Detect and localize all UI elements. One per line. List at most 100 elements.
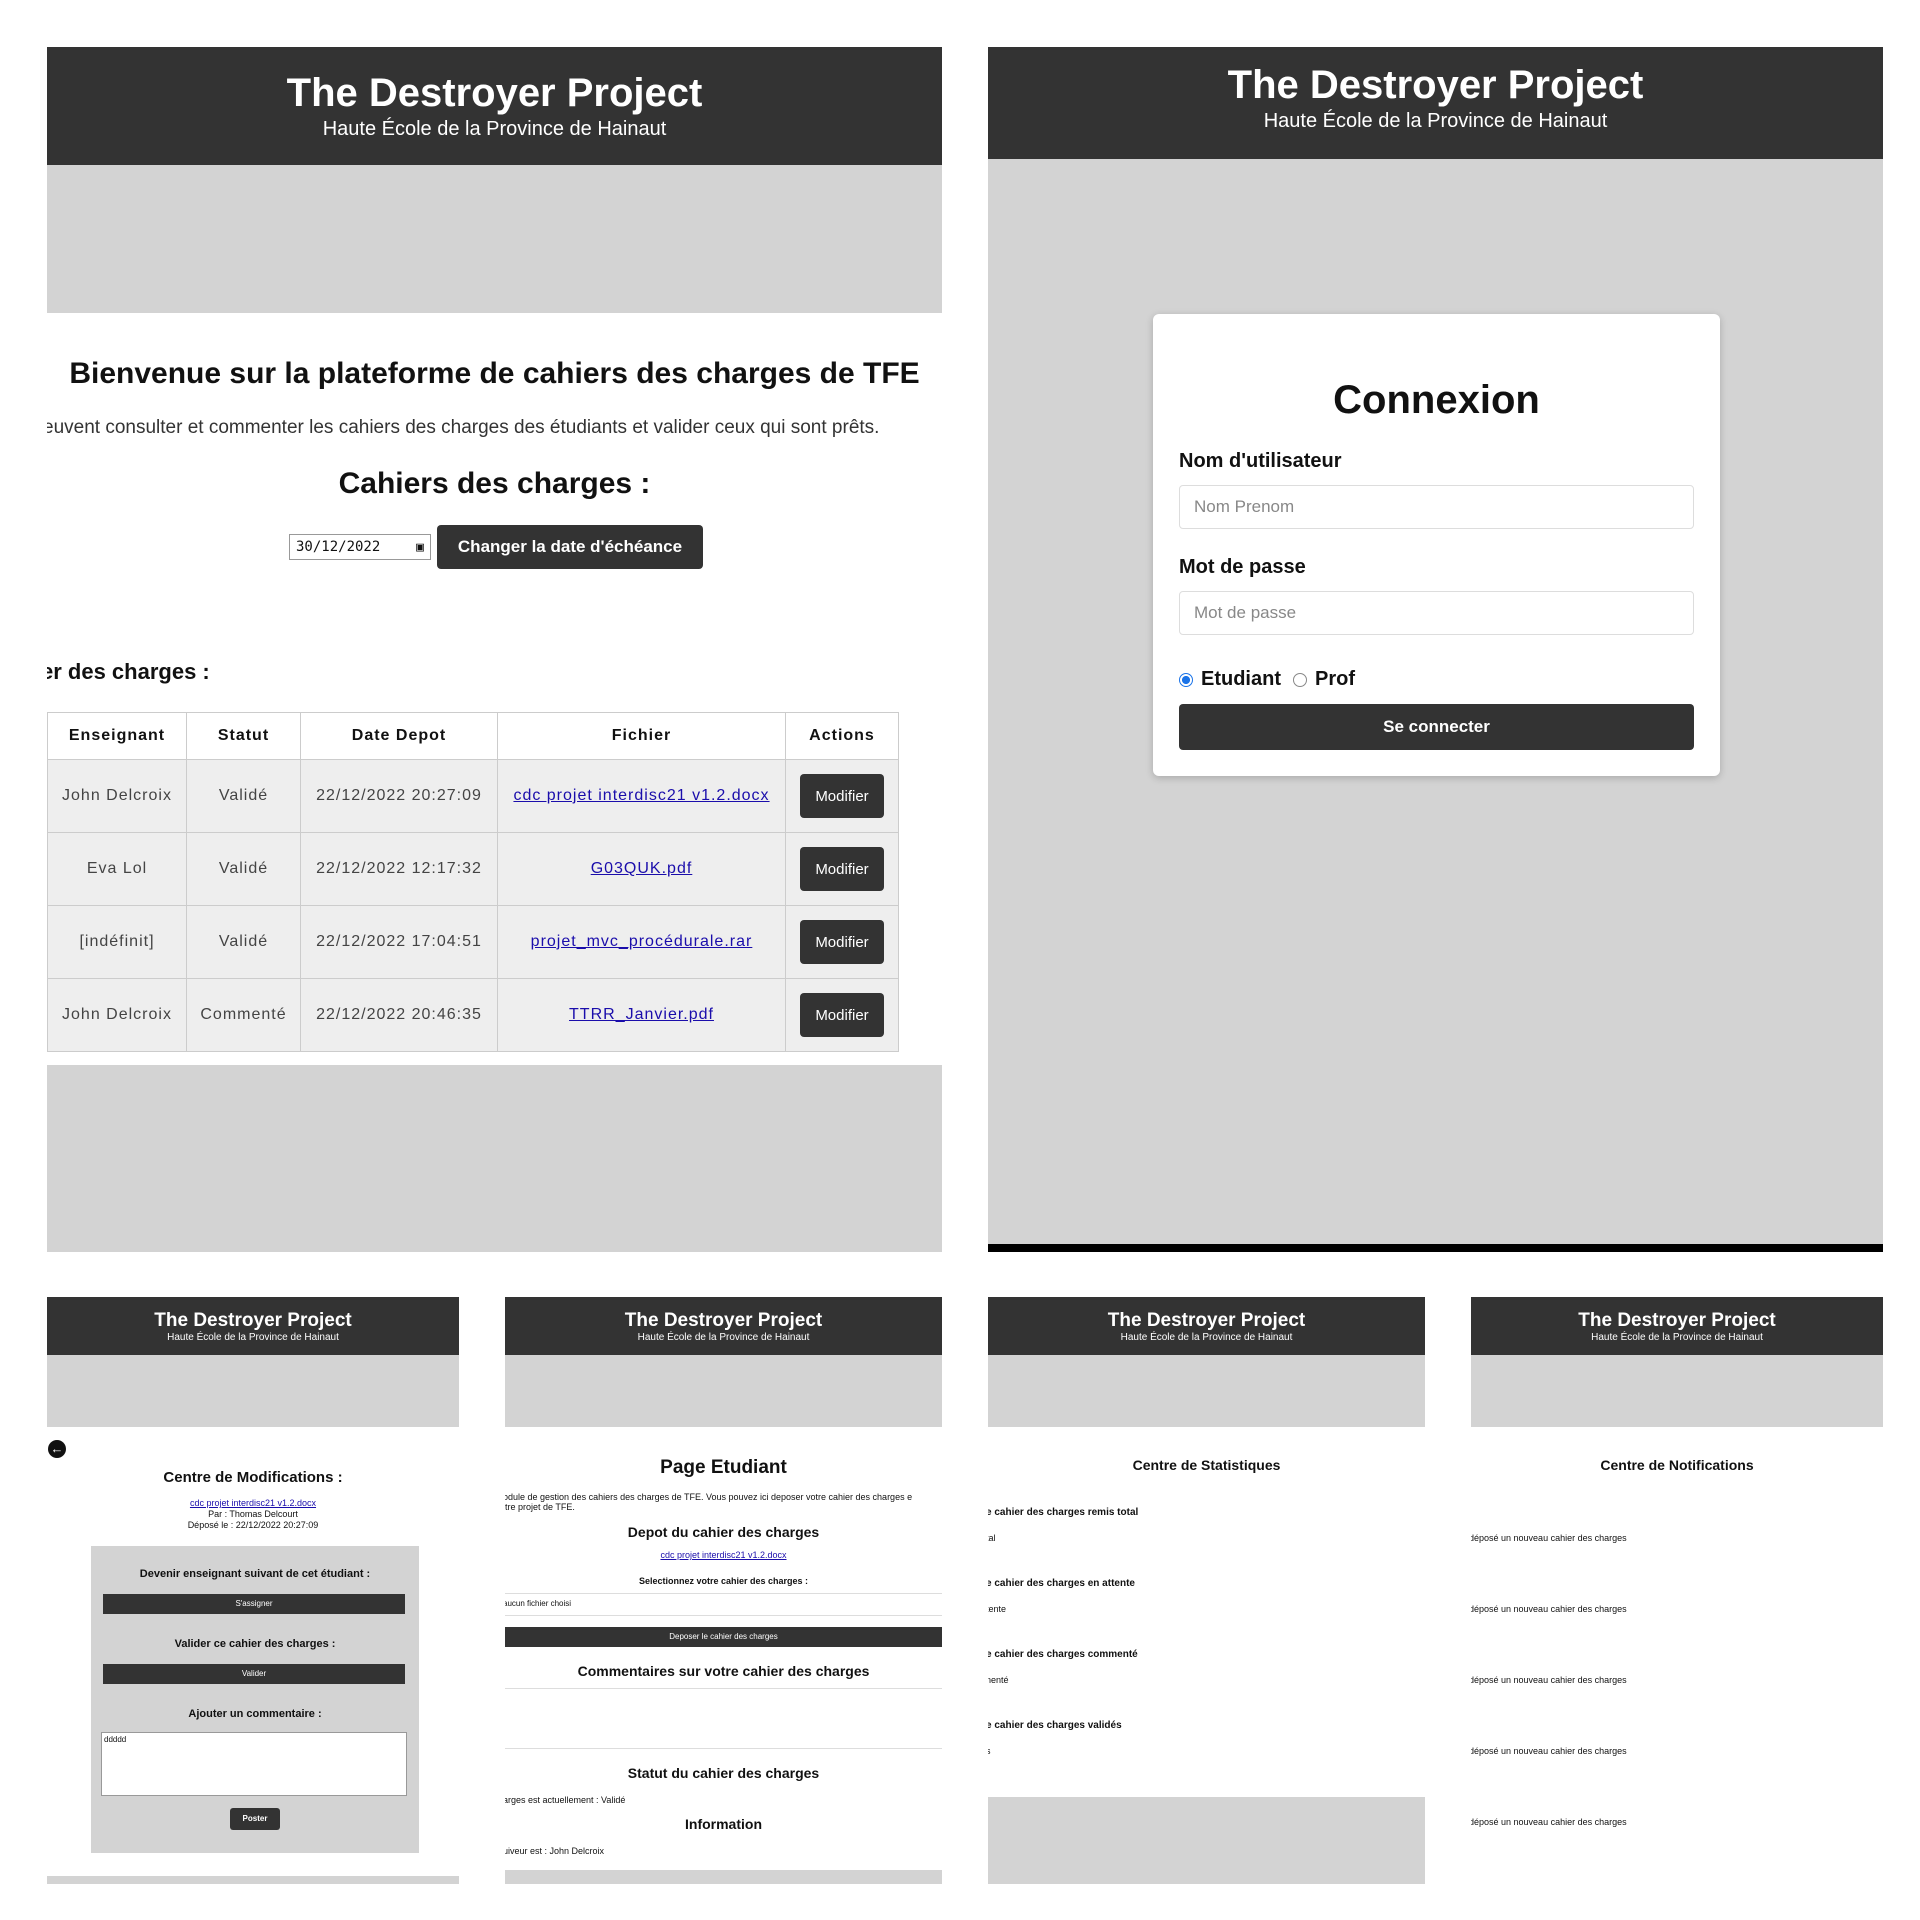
status-title: Statut du cahier des charges (627, 1765, 820, 1781)
radio-student-label: Etudiant (1201, 668, 1281, 690)
site-subtitle: Haute École de la Province de Hainaut (167, 1332, 339, 1343)
assign-label: Devenir enseignant suivant de cet étudia… (139, 1568, 371, 1580)
statistics-title: Centre de Statistiques (1132, 1457, 1281, 1473)
notification-item: déposé un nouveau cahier des charges (1471, 1746, 1627, 1756)
site-subtitle: Haute École de la Province de Hainaut (1120, 1332, 1293, 1343)
stat-value: tente (988, 1604, 1007, 1614)
table-row: [indéfinit] Validé 22/12/2022 17:04:51 p… (47, 905, 899, 979)
file-link[interactable]: cdc projet interdisc21 v1.2.docx (513, 787, 769, 804)
page-footer (47, 1876, 459, 1884)
stat-value: s (988, 1746, 991, 1756)
role-selector: Etudiant Prof (1179, 668, 1355, 691)
username-label: Nom d'utilisateur (1179, 450, 1342, 472)
cell-teacher: Eva Lol (47, 832, 187, 906)
site-header: The Destroyer Project Haute École de la … (1471, 1297, 1883, 1355)
modifications-panel: The Destroyer Project Haute École de la … (47, 1297, 459, 1884)
comments-title: Commentaires sur votre cahier des charge… (577, 1663, 870, 1679)
notification-item: déposé un nouveau cahier des charges (1471, 1604, 1627, 1614)
section-title: Cahiers des charges : (338, 467, 651, 500)
deposited-file-link[interactable]: cdc projet interdisc21 v1.2.docx (660, 1550, 786, 1560)
cell-file: projet_mvc_procédurale.rar (497, 905, 786, 979)
cell-actions: Modifier (785, 905, 899, 979)
site-subtitle: Haute École de la Province de Hainaut (1591, 1332, 1763, 1343)
page-footer (988, 1797, 1425, 1884)
cell-teacher: [indéfinit] (47, 905, 187, 979)
cell-status: Commenté (186, 978, 301, 1052)
actions-box: Devenir enseignant suivant de cet étudia… (91, 1546, 419, 1853)
username-input[interactable]: Nom Prenom (1179, 485, 1694, 529)
file-link[interactable]: projet_mvc_procédurale.rar (531, 933, 753, 950)
modify-button[interactable]: Modifier (800, 993, 884, 1037)
status-text: arges est actuellement : Validé (505, 1795, 626, 1805)
deposit-button[interactable]: Deposer le cahier des charges (505, 1627, 942, 1647)
comment-label: Ajouter un commentaire : (188, 1708, 322, 1720)
info-text: uiveur est : John Delcroix (505, 1846, 605, 1856)
modify-button[interactable]: Modifier (800, 847, 884, 891)
site-title: The Destroyer Project (286, 71, 703, 115)
modify-button[interactable]: Modifier (800, 774, 884, 818)
column-header: Fichier (497, 712, 786, 760)
stat-value: tal (988, 1533, 996, 1543)
column-header: Statut (186, 712, 301, 760)
validate-button[interactable]: Valider (103, 1664, 405, 1684)
back-arrow-icon[interactable]: ← (48, 1440, 66, 1458)
change-due-date-button[interactable]: Changer la date d'échéance (437, 525, 703, 569)
column-header: Date Depot (300, 712, 498, 760)
due-date-input[interactable]: 30/12/2022 ▣ (289, 534, 431, 560)
site-title: The Destroyer Project (1578, 1310, 1776, 1331)
table-row: John Delcroix Commenté 22/12/2022 20:46:… (47, 978, 899, 1052)
notifications-title: Centre de Notifications (1600, 1457, 1754, 1473)
site-header: The Destroyer Project Haute École de la … (988, 47, 1883, 159)
header-banner (47, 1355, 459, 1427)
student-panel: The Destroyer Project Haute École de la … (505, 1297, 942, 1884)
login-button[interactable]: Se connecter (1179, 704, 1694, 750)
login-card: Connexion Nom d'utilisateur Nom Prenom M… (1153, 314, 1720, 776)
post-button[interactable]: Poster (230, 1808, 280, 1830)
calendar-icon[interactable]: ▣ (416, 540, 424, 555)
notifications-panel: The Destroyer Project Haute École de la … (1471, 1297, 1883, 1884)
table-header-row: Enseignant Statut Date Depot Fichier Act… (47, 712, 899, 760)
file-link[interactable]: cdc projet interdisc21 v1.2.docx (190, 1498, 316, 1508)
bottom-bar (988, 1244, 1883, 1252)
divider (505, 1748, 942, 1749)
cell-file: G03QUK.pdf (497, 832, 786, 906)
specifications-table: Enseignant Statut Date Depot Fichier Act… (47, 712, 899, 1052)
deposit-date-text: Déposé le : 22/12/2022 20:27:09 (187, 1520, 319, 1530)
site-title: The Destroyer Project (154, 1310, 352, 1331)
due-date-row: 30/12/2022 ▣ Changer la date d'échéance (289, 525, 703, 569)
student-intro: odule de gestion des cahiers des charges… (505, 1492, 913, 1512)
cell-date: 22/12/2022 20:46:35 (300, 978, 498, 1052)
header-banner (988, 1355, 1425, 1427)
cell-date: 22/12/2022 20:27:09 (300, 759, 498, 833)
file-link[interactable]: G03QUK.pdf (591, 860, 693, 877)
welcome-heading: Bienvenue sur la plateforme de cahiers d… (69, 357, 920, 390)
page-footer (47, 1065, 942, 1252)
radio-student[interactable] (1179, 672, 1193, 687)
file-link[interactable]: TTRR_Janvier.pdf (569, 1006, 714, 1023)
site-title: The Destroyer Project (1107, 1310, 1306, 1331)
password-input[interactable]: Mot de passe (1179, 591, 1694, 635)
site-header: The Destroyer Project Haute École de la … (47, 1297, 459, 1355)
radio-prof[interactable] (1293, 672, 1307, 687)
site-header: The Destroyer Project Haute École de la … (47, 47, 942, 165)
table-title: er des charges : (47, 659, 210, 684)
site-subtitle: Haute École de la Province de Hainaut (1263, 110, 1608, 132)
select-label: Selectionnez votre cahier des charges : (638, 1576, 809, 1586)
table-row: Eva Lol Validé 22/12/2022 12:17:32 G03QU… (47, 832, 899, 906)
file-chooser[interactable]: aucun fichier choisi (505, 1599, 942, 1609)
validate-label: Valider ce cahier des charges : (174, 1638, 336, 1650)
header-banner (47, 165, 942, 313)
cell-status: Validé (186, 905, 301, 979)
header-banner (505, 1355, 942, 1427)
stat-label: e cahier des charges en attente (988, 1578, 1135, 1589)
assign-button[interactable]: S'assigner (103, 1594, 405, 1614)
comment-textarea[interactable]: ddddd (101, 1732, 407, 1796)
modify-button[interactable]: Modifier (800, 920, 884, 964)
site-title: The Destroyer Project (1227, 63, 1644, 107)
column-header: Enseignant (47, 712, 187, 760)
divider (505, 1688, 942, 1689)
site-subtitle: Haute École de la Province de Hainaut (322, 118, 667, 140)
notification-item: déposé un nouveau cahier des charges (1471, 1817, 1627, 1827)
stat-value: nenté (988, 1675, 1009, 1685)
notification-item: déposé un nouveau cahier des charges (1471, 1675, 1627, 1685)
